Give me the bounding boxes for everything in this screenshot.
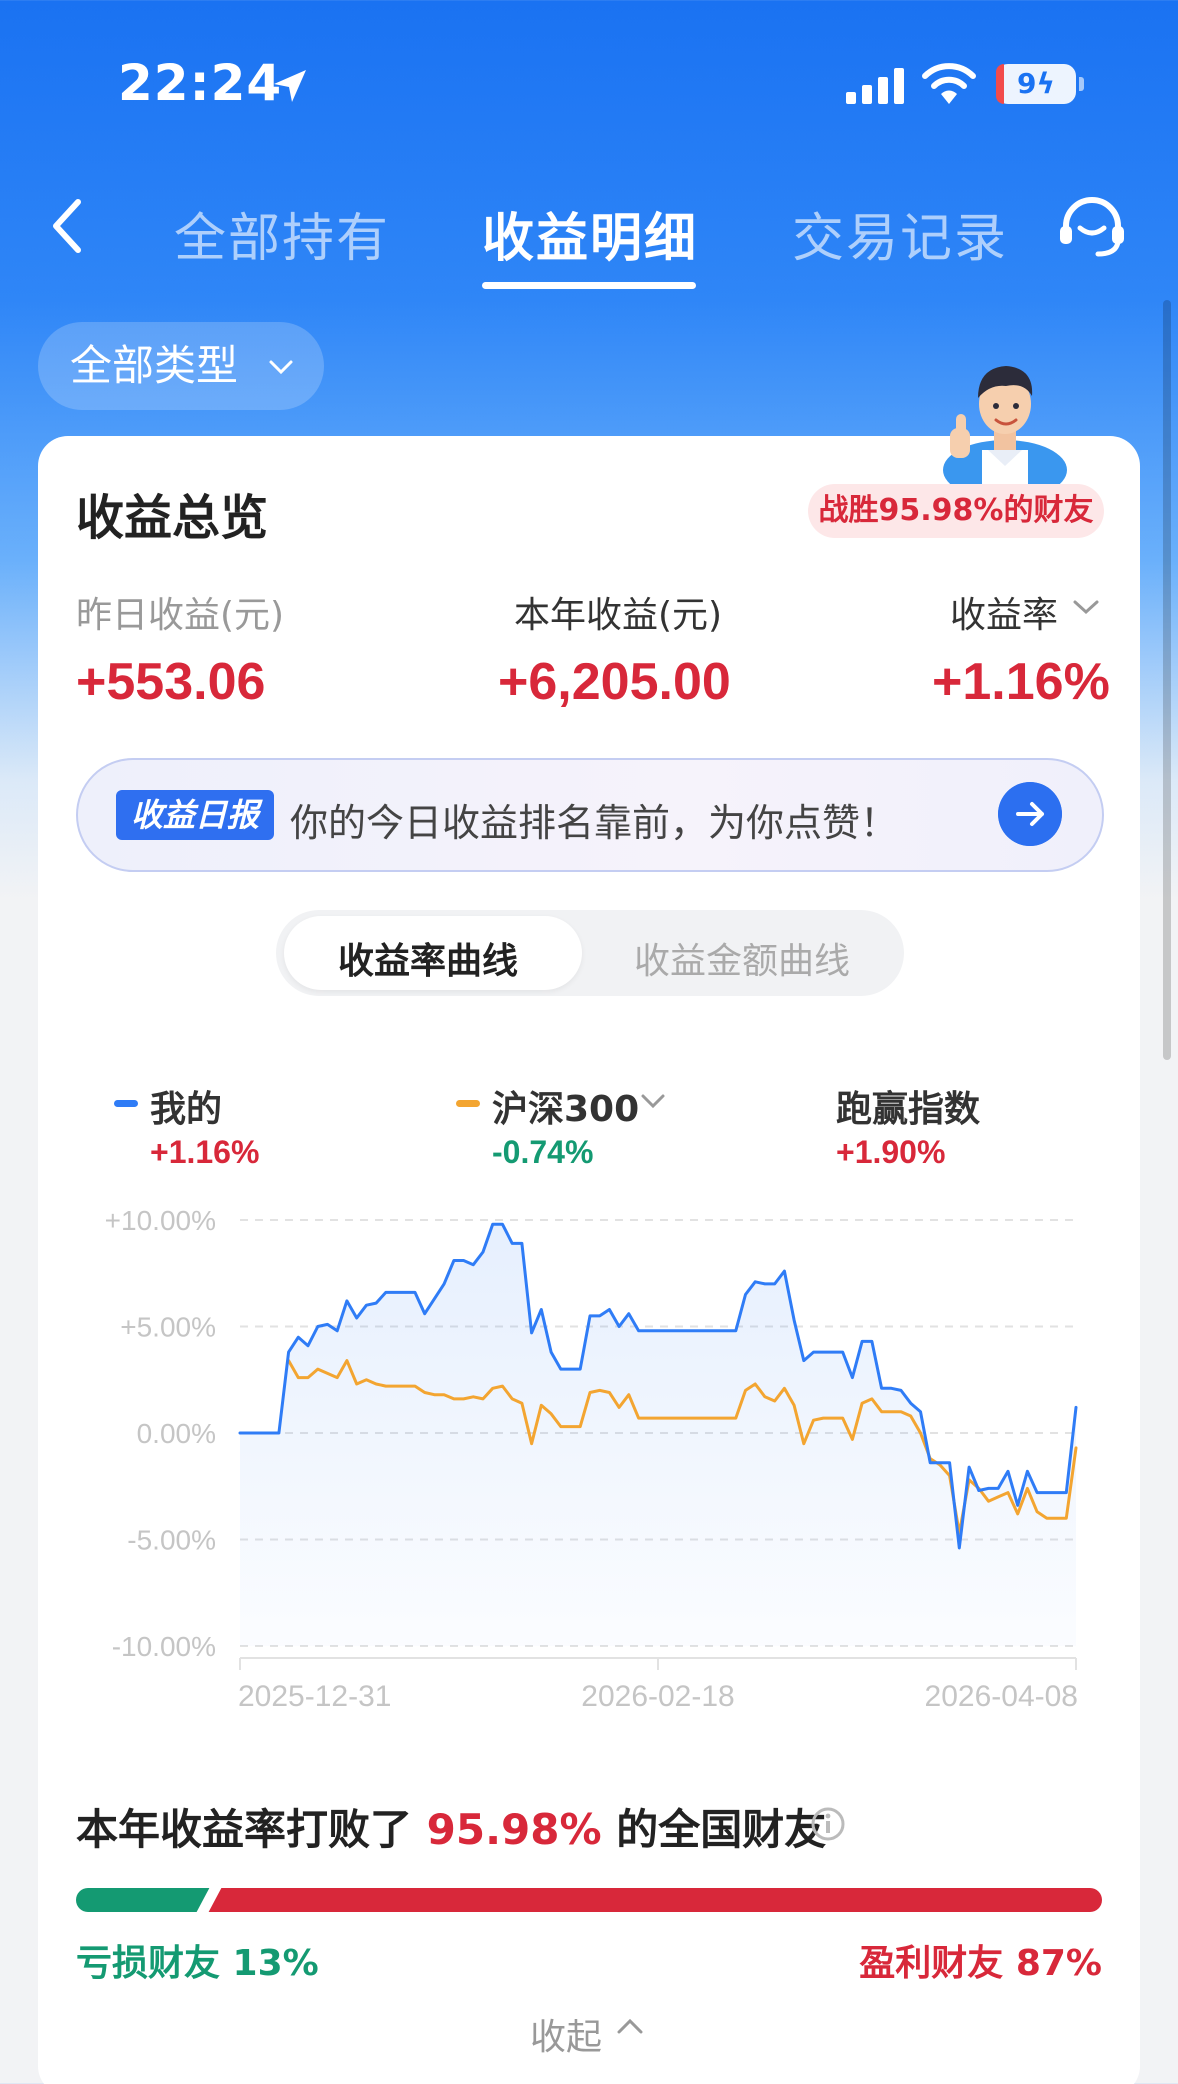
battery-indicator: 9ϟ — [996, 64, 1084, 104]
scrollbar[interactable] — [1163, 300, 1171, 1060]
status-time: 22:24 — [118, 54, 283, 112]
legend-value-mine: +1.16% — [150, 1134, 260, 1170]
type-filter-label: 全部类型 — [70, 341, 239, 390]
daily-report-text: 你的今日收益排名靠前，为你点赞！ — [290, 801, 899, 845]
legend-value-outperform: +1.90% — [836, 1134, 946, 1170]
profit-ratio-bar — [209, 1888, 1102, 1912]
y-tick-label: -5.00% — [127, 1525, 216, 1556]
beat-suffix: 的全国财友 — [616, 1805, 827, 1854]
y-tick-label: +5.00% — [120, 1312, 216, 1343]
battery-cap — [1079, 77, 1084, 91]
legend-name-mine: 我的 — [150, 1089, 223, 1130]
rank-badge: 战胜95.98%的财友 — [808, 484, 1104, 538]
legend-name-outperform: 跑赢指数 — [836, 1089, 981, 1130]
tab-earnings-detail[interactable]: 收益明细 — [482, 196, 698, 271]
legend-value-csi300: -0.74% — [492, 1134, 594, 1170]
series-area-mine — [240, 1224, 1076, 1646]
tab-earnings-amount-curve[interactable]: 收益金额曲线 — [634, 932, 850, 984]
arrow-right-icon[interactable] — [998, 782, 1062, 846]
overview-title: 收益总览 — [76, 490, 269, 546]
profit-users-label: 盈利财友 87% — [859, 1943, 1102, 1984]
tab-return-rate-curve[interactable]: 收益率曲线 — [338, 932, 518, 984]
location-arrow-icon — [274, 70, 306, 102]
charging-bolt-icon: ϟ — [1036, 67, 1055, 100]
year-earnings-value: +6,205.00 — [498, 653, 731, 711]
chevron-up-icon[interactable] — [616, 2016, 644, 2036]
chevron-down-icon[interactable] — [1072, 598, 1100, 616]
loss-ratio-bar — [76, 1888, 210, 1912]
wifi-icon — [922, 63, 976, 104]
type-filter-dropdown[interactable]: 全部类型 — [38, 322, 324, 410]
return-rate-value: +1.16% — [932, 653, 1110, 711]
loss-users-label: 亏损财友 13% — [76, 1943, 319, 1984]
back-arrow-icon[interactable] — [44, 196, 94, 256]
tab-all-holdings[interactable]: 全部持有 — [174, 196, 390, 271]
tab-trade-records[interactable]: 交易记录 — [792, 196, 1008, 271]
mascot-illustration — [943, 366, 1067, 492]
legend-name-csi300[interactable]: 沪深300 — [492, 1080, 639, 1132]
legend-swatch-csi300 — [456, 1100, 480, 1107]
y-tick-label: -10.00% — [112, 1631, 216, 1662]
daily-report-tag: 收益日报 — [116, 790, 274, 840]
chevron-down-icon — [269, 360, 293, 375]
beat-percentage-text: 本年收益率打败了 95.98% 的全国财友 — [76, 1796, 826, 1857]
yesterday-earnings-value: +553.06 — [76, 653, 266, 711]
collapse-button[interactable]: 收起 — [530, 2008, 602, 2060]
battery-low-fill — [996, 64, 1004, 104]
yesterday-earnings-label: 昨日收益(元) — [76, 595, 285, 636]
y-tick-label: 0.00% — [137, 1418, 216, 1449]
customer-service-headset-icon[interactable] — [1056, 196, 1128, 258]
chevron-down-icon[interactable] — [640, 1092, 666, 1110]
status-bar: 22:24 9ϟ — [0, 0, 1178, 150]
info-icon[interactable] — [810, 1806, 846, 1842]
x-tick-label: 2026-02-18 — [581, 1680, 734, 1710]
x-tick-label: 2025-12-31 — [238, 1680, 391, 1710]
year-earnings-label: 本年收益(元) — [514, 595, 723, 636]
return-rate-selector[interactable]: 收益率 — [950, 586, 1058, 638]
active-tab-underline — [482, 282, 696, 289]
cellular-signal-icon — [846, 68, 904, 104]
beat-percent: 95.98% — [426, 1805, 602, 1854]
battery-level: 9 — [1017, 67, 1037, 100]
x-tick-label: 2026-04-08 — [925, 1680, 1078, 1710]
y-tick-label: +10.00% — [105, 1205, 216, 1236]
return-rate-chart[interactable]: +10.00% +5.00% 0.00% -5.00% -10.00% 2025-12-3… — [0, 1190, 1178, 1710]
legend-swatch-mine — [114, 1100, 138, 1107]
beat-prefix: 本年收益率打败了 — [76, 1805, 413, 1854]
